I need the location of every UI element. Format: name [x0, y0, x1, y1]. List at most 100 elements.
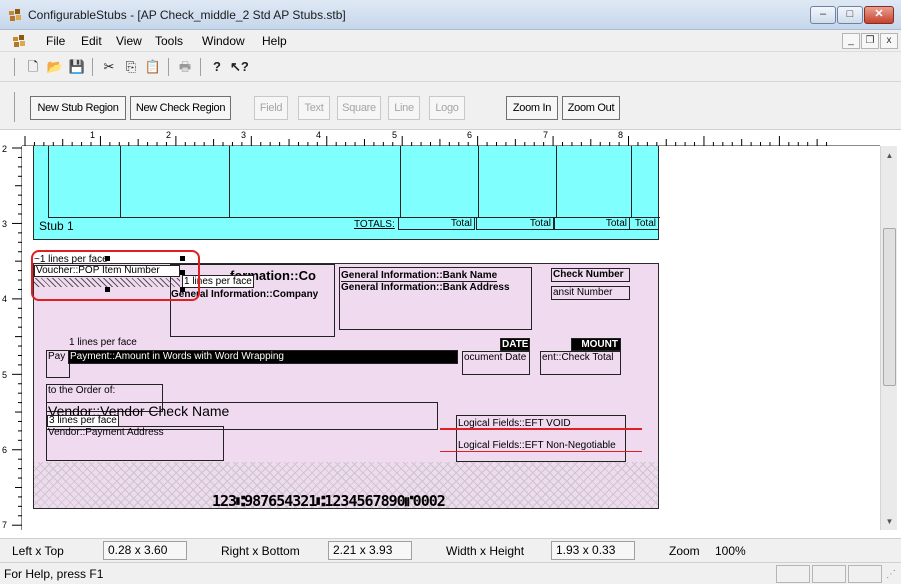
width-height-label: Width x Height [446, 544, 525, 558]
zoom-out-button[interactable]: Zoom Out [562, 96, 620, 120]
total-field[interactable]: Total [476, 217, 554, 230]
ruler-number: 2 [2, 144, 8, 154]
red-guide-line [440, 428, 642, 430]
column-divider [631, 146, 632, 218]
vendor-address-field[interactable]: Vendor::Payment Address [46, 426, 224, 461]
ruler-number: 3 [2, 219, 8, 229]
amount-words-lines-per-face: 1 lines per face [69, 337, 137, 348]
mdi-minimize-button[interactable]: _ [842, 33, 860, 49]
menu-view[interactable]: View [116, 34, 142, 48]
zoom-label: Zoom [669, 544, 700, 558]
transit-number-field[interactable]: ansit Number [551, 286, 630, 300]
toolbar-grip [14, 92, 15, 122]
scroll-thumb[interactable] [883, 228, 896, 386]
minimize-button[interactable]: ‒ [810, 6, 836, 24]
pay-label[interactable]: Pay [46, 350, 70, 378]
new-check-region-button[interactable]: New Check Region [130, 96, 231, 120]
close-button[interactable]: ✕ [864, 6, 894, 24]
ruler-number: 5 [2, 370, 8, 380]
status-pane [848, 565, 882, 583]
vertical-scrollbar[interactable]: ▲ ▼ [880, 146, 897, 530]
logo-button[interactable]: Logo [429, 96, 465, 120]
status-bar: For Help, press F1 ⋰ [0, 562, 901, 584]
field-button[interactable]: Field [254, 96, 288, 120]
menu-file[interactable]: File [46, 34, 65, 48]
total-field[interactable]: Total [629, 217, 659, 230]
vertical-ruler: 2 3 4 5 6 7 [0, 144, 22, 530]
open-folder-icon[interactable]: 📂 [46, 58, 64, 76]
amount-header[interactable]: MOUNT [571, 338, 621, 351]
ruler-number: 1 [90, 130, 96, 140]
right-bottom-label: Right x Bottom [221, 544, 300, 558]
app-icon [9, 9, 21, 21]
left-top-label: Left x Top [12, 544, 64, 558]
resize-grip-icon[interactable]: ⋰ [886, 569, 896, 580]
column-divider [229, 146, 230, 218]
column-divider [556, 146, 557, 218]
ruler-number: 4 [316, 130, 322, 140]
maximize-button[interactable]: □ [837, 6, 863, 24]
context-help-icon[interactable]: ↖? [230, 58, 249, 76]
ruler-number: 6 [2, 445, 8, 455]
stub-label: Stub 1 [39, 219, 74, 233]
status-pane [812, 565, 846, 583]
ruler-number: 5 [392, 130, 398, 140]
toolbar-separator [168, 58, 169, 76]
position-info-bar: Left x Top 0.28 x 3.60 Right x Bottom 2.… [0, 538, 901, 562]
square-button[interactable]: Square [337, 96, 381, 120]
copy-icon[interactable]: ⎘ [122, 58, 140, 76]
text-button[interactable]: Text [298, 96, 330, 120]
new-file-icon[interactable]: 🗋 [24, 58, 42, 76]
standard-toolbar: 🗋 📂 💾 ✂ ⎘ 📋 🖶 ? ↖? [0, 52, 901, 82]
check-number-field[interactable]: Check Number [551, 268, 630, 282]
left-top-value: 0.28 x 3.60 [103, 541, 187, 560]
window-title: ConfigurableStubs - [AP Check_middle_2 S… [28, 8, 346, 22]
date-header[interactable]: DATE [500, 338, 530, 351]
mdi-restore-button[interactable]: ❐ [861, 33, 879, 49]
ruler-number: 4 [2, 294, 8, 304]
mdi-close-button[interactable]: x [880, 33, 898, 49]
menu-tools[interactable]: Tools [155, 34, 183, 48]
ruler-ticks [12, 147, 22, 526]
design-canvas[interactable]: Stub 1 TOTALS: Total Total Total Total f… [23, 146, 880, 530]
ruler-ticks [24, 136, 828, 146]
new-stub-region-button[interactable]: New Stub Region [30, 96, 126, 120]
check-total-field[interactable]: ent::Check Total [540, 351, 621, 375]
stub-region[interactable]: Stub 1 TOTALS: Total Total Total Total [33, 146, 660, 240]
total-field[interactable]: Total [398, 217, 475, 230]
scroll-down-icon[interactable]: ▼ [881, 514, 898, 530]
line-button[interactable]: Line [388, 96, 420, 120]
menu-bar: File Edit View Tools Window Help _ ❐ x [0, 30, 901, 52]
red-guide-line [440, 451, 642, 452]
about-icon[interactable]: ? [208, 58, 226, 76]
micr-line[interactable]: 123⑆987654321⑆1234567890⑈0002 [212, 492, 446, 510]
menu-help[interactable]: Help [262, 34, 287, 48]
cut-icon[interactable]: ✂ [100, 58, 118, 76]
toolbar-separator [200, 58, 201, 76]
ruler-number: 3 [241, 130, 247, 140]
menu-window[interactable]: Window [202, 34, 245, 48]
status-pane [776, 565, 810, 583]
width-height-value: 1.93 x 0.33 [551, 541, 635, 560]
document-icon [13, 35, 25, 47]
zoom-in-button[interactable]: Zoom In [506, 96, 558, 120]
bank-name-field[interactable]: General Information::Bank Name [341, 270, 498, 282]
bank-address-field[interactable]: General Information::Bank Address [341, 282, 510, 293]
totals-label[interactable]: TOTALS: [354, 219, 395, 230]
ruler-number: 2 [166, 130, 172, 140]
red-highlight-rectangle [31, 250, 200, 301]
scroll-up-icon[interactable]: ▲ [881, 148, 898, 164]
horizontal-ruler: 1 2 3 4 5 6 7 8 [22, 130, 880, 146]
column-divider [478, 146, 479, 218]
save-icon[interactable]: 💾 [68, 58, 86, 76]
menu-edit[interactable]: Edit [81, 34, 102, 48]
print-icon[interactable]: 🖶 [176, 58, 194, 76]
paste-icon[interactable]: 📋 [144, 58, 162, 76]
right-bottom-value: 2.21 x 3.93 [328, 541, 412, 560]
amount-words-field[interactable]: Payment::Amount in Words with Word Wrapp… [68, 350, 458, 364]
ruler-number: 6 [467, 130, 473, 140]
toolbar-grip [14, 58, 15, 76]
region-toolbar: New Stub Region New Check Region Field T… [0, 82, 901, 130]
total-field[interactable]: Total [554, 217, 630, 230]
document-date-field[interactable]: ocument Date [462, 351, 530, 375]
